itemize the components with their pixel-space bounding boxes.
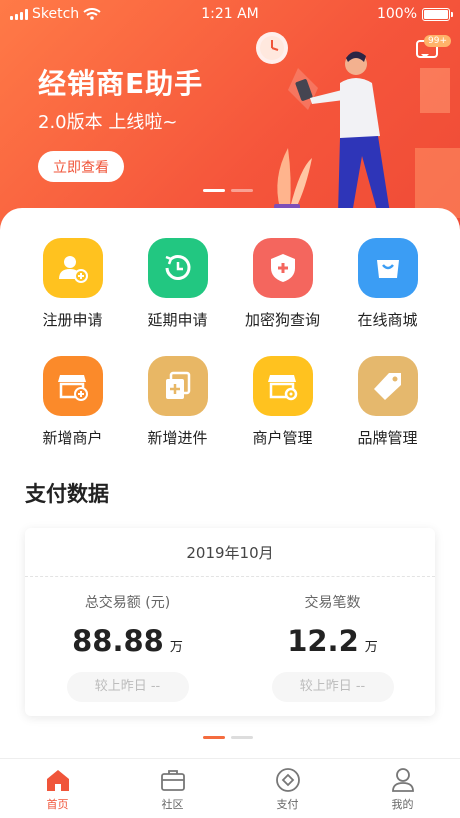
- divider: [25, 576, 435, 577]
- total-amount-value: 88.88: [72, 624, 164, 658]
- shopping-bag-icon: [357, 238, 418, 298]
- grid-label: 延期申请: [147, 311, 208, 329]
- grid-label: 加密狗查询: [244, 311, 320, 329]
- banner-dot: [231, 189, 253, 192]
- grid-item-extension[interactable]: 延期申请: [120, 238, 235, 330]
- grid-label: 注册申请: [42, 311, 103, 329]
- grid-item-register[interactable]: 注册申请: [15, 238, 130, 330]
- grid-label: 新增商户: [42, 429, 103, 447]
- total-amount-stat: 总交易额 (元) 88.88 万 较上昨日 --: [25, 592, 230, 702]
- document-add-icon: [147, 356, 208, 416]
- payment-dot: [231, 736, 253, 739]
- grid-label: 在线商城: [357, 311, 418, 329]
- grid-item-add-merchant[interactable]: 新增商户: [15, 356, 130, 448]
- total-amount-label: 总交易额 (元): [84, 595, 171, 611]
- tab-label: 社区: [161, 798, 184, 811]
- total-amount-compare: 较上昨日 --: [66, 672, 189, 702]
- tab-home[interactable]: 首页: [0, 759, 115, 818]
- total-amount-value-row: 88.88 万: [25, 624, 230, 658]
- battery-status: 100%: [376, 6, 453, 22]
- grid-item-online-mall[interactable]: 在线商城: [330, 238, 445, 330]
- payment-month: 2019年10月: [186, 544, 274, 562]
- shield-plus-icon: [252, 238, 313, 298]
- payment-card[interactable]: 2019年10月 总交易额 (元) 88.88 万 较上昨日 -- 交易笔数 12…: [25, 528, 435, 716]
- transactions-unit: 万: [364, 640, 378, 655]
- profile-icon: [391, 768, 414, 792]
- tab-label: 首页: [46, 798, 69, 811]
- pay-icon: [275, 768, 300, 792]
- grid-label: 新增进件: [147, 429, 208, 447]
- user-add-icon: [42, 238, 103, 298]
- tab-bar: 首页 社区 支付 我的: [0, 758, 460, 818]
- battery-percent: 100%: [376, 6, 417, 22]
- transactions-stat: 交易笔数 12.2 万 较上昨日 --: [230, 592, 435, 702]
- status-bar: Sketch 1:21 AM 100%: [0, 0, 460, 28]
- tag-icon: [357, 356, 418, 416]
- banner-pagination: [203, 189, 253, 192]
- tab-label: 支付: [276, 798, 299, 811]
- banner-dot-active: [203, 189, 225, 192]
- transactions-compare: 较上昨日 --: [271, 672, 394, 702]
- grid-item-brand-management[interactable]: 品牌管理: [330, 356, 445, 448]
- total-amount-unit: 万: [169, 640, 183, 655]
- view-now-button[interactable]: 立即查看: [38, 151, 124, 182]
- tab-pay[interactable]: 支付: [230, 759, 345, 818]
- hero-banner[interactable]: Sketch 1:21 AM 100% 99+ 经销商E助手 2.0版本 上线啦…: [0, 0, 460, 235]
- grid-item-dongle-query[interactable]: 加密狗查询: [225, 238, 340, 330]
- grid-label: 品牌管理: [357, 429, 418, 447]
- grid-item-merchant-management[interactable]: 商户管理: [225, 356, 340, 448]
- banner-subtitle: 2.0版本 上线啦~: [38, 112, 178, 133]
- tab-label: 我的: [391, 798, 414, 811]
- clock-icon: [147, 238, 208, 298]
- transactions-value-row: 12.2 万: [230, 624, 435, 658]
- battery-icon: [422, 7, 453, 21]
- grid-item-add-application[interactable]: 新增进件: [120, 356, 235, 448]
- tab-community[interactable]: 社区: [115, 759, 230, 818]
- store-add-icon: [42, 356, 103, 416]
- transactions-label: 交易笔数: [304, 595, 361, 611]
- payment-section-title: 支付数据: [25, 482, 109, 506]
- home-icon: [46, 770, 69, 791]
- payment-dot-active: [203, 736, 225, 739]
- payment-pagination: [203, 736, 253, 739]
- banner-title: 经销商E助手: [38, 67, 204, 100]
- briefcase-icon: [160, 770, 185, 791]
- store-settings-icon: [252, 356, 313, 416]
- grid-label: 商户管理: [252, 429, 313, 447]
- transactions-value: 12.2: [287, 624, 359, 658]
- message-badge: 99+: [424, 35, 451, 47]
- tab-profile[interactable]: 我的: [345, 759, 460, 818]
